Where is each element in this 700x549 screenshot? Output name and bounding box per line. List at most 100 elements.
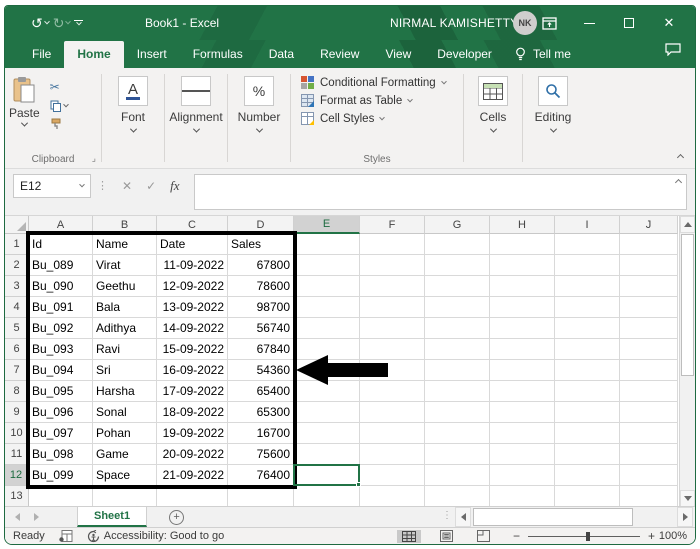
cell-E3[interactable] xyxy=(294,276,360,297)
cell-C13[interactable] xyxy=(157,486,228,506)
cell-G5[interactable] xyxy=(425,318,490,339)
splitter-dots[interactable]: ⋮ xyxy=(442,510,452,521)
clipboard-dialog-launcher[interactable]: ⌟ xyxy=(92,153,96,164)
account-name[interactable]: NIRMAL KAMISHETTY xyxy=(390,16,518,30)
cell-H7[interactable] xyxy=(490,360,555,381)
column-header-E[interactable]: E xyxy=(294,216,360,234)
cell-A13[interactable] xyxy=(29,486,93,506)
cell-D10[interactable]: 16700 xyxy=(228,423,294,444)
zoom-slider-thumb[interactable] xyxy=(586,532,590,541)
accessibility-status[interactable]: Accessibility: Good to go xyxy=(87,530,224,543)
scroll-right-button[interactable] xyxy=(677,507,693,527)
cell-E9[interactable] xyxy=(294,402,360,423)
undo-button[interactable]: ↺ xyxy=(31,15,49,32)
cell-G1[interactable] xyxy=(425,234,490,255)
cell-G8[interactable] xyxy=(425,381,490,402)
cell-D8[interactable]: 65400 xyxy=(228,381,294,402)
cell-H1[interactable] xyxy=(490,234,555,255)
row-header-11[interactable]: 11 xyxy=(5,444,29,465)
cell-D3[interactable]: 78600 xyxy=(228,276,294,297)
cell-E4[interactable] xyxy=(294,297,360,318)
cell-F1[interactable] xyxy=(360,234,425,255)
zoom-percentage[interactable]: 100% xyxy=(659,530,687,542)
cell-F10[interactable] xyxy=(360,423,425,444)
row-header-9[interactable]: 9 xyxy=(5,402,29,423)
cell-I2[interactable] xyxy=(555,255,620,276)
row-header-7[interactable]: 7 xyxy=(5,360,29,381)
cell-H9[interactable] xyxy=(490,402,555,423)
cell-A5[interactable]: Bu_092 xyxy=(29,318,93,339)
close-button[interactable]: ✕ xyxy=(649,6,689,40)
column-header-G[interactable]: G xyxy=(425,216,490,234)
cell-D13[interactable] xyxy=(228,486,294,506)
cell-H13[interactable] xyxy=(490,486,555,506)
cell-I9[interactable] xyxy=(555,402,620,423)
row-header-10[interactable]: 10 xyxy=(5,423,29,444)
cell-J1[interactable] xyxy=(620,234,678,255)
ribbon-display-options-button[interactable] xyxy=(529,6,569,40)
page-break-preview-button[interactable] xyxy=(472,529,495,543)
cell-H8[interactable] xyxy=(490,381,555,402)
scroll-left-button[interactable] xyxy=(455,507,471,527)
cell-D5[interactable]: 56740 xyxy=(228,318,294,339)
cell-G10[interactable] xyxy=(425,423,490,444)
column-header-C[interactable]: C xyxy=(157,216,228,234)
cell-A2[interactable]: Bu_089 xyxy=(29,255,93,276)
cell-A10[interactable]: Bu_097 xyxy=(29,423,93,444)
cell-B4[interactable]: Bala xyxy=(93,297,157,318)
cell-E10[interactable] xyxy=(294,423,360,444)
cell-C7[interactable]: 16-09-2022 xyxy=(157,360,228,381)
row-header-6[interactable]: 6 xyxy=(5,339,29,360)
cell-B2[interactable]: Virat xyxy=(93,255,157,276)
tab-view[interactable]: View xyxy=(372,41,424,68)
format-painter-button[interactable] xyxy=(50,118,68,133)
format-as-table-button[interactable]: Format as Table xyxy=(301,94,463,107)
confirm-entry-button[interactable]: ✓ xyxy=(146,179,156,193)
cell-C12[interactable]: 21-09-2022 xyxy=(157,465,228,486)
cell-F11[interactable] xyxy=(360,444,425,465)
cell-F2[interactable] xyxy=(360,255,425,276)
formula-input[interactable] xyxy=(194,174,687,210)
cell-G13[interactable] xyxy=(425,486,490,506)
cell-H11[interactable] xyxy=(490,444,555,465)
cell-I3[interactable] xyxy=(555,276,620,297)
cell-H4[interactable] xyxy=(490,297,555,318)
cell-G12[interactable] xyxy=(425,465,490,486)
cell-J9[interactable] xyxy=(620,402,678,423)
tab-home[interactable]: Home xyxy=(64,41,123,68)
zoom-slider[interactable] xyxy=(528,536,640,537)
zoom-in-button[interactable]: + xyxy=(648,529,655,543)
cell-E5[interactable] xyxy=(294,318,360,339)
new-sheet-button[interactable]: + xyxy=(169,510,184,525)
insert-function-button[interactable]: fx xyxy=(170,178,179,194)
scroll-up-button[interactable] xyxy=(680,216,695,233)
cell-F13[interactable] xyxy=(360,486,425,506)
row-header-13[interactable]: 13 xyxy=(5,486,29,506)
cell-D11[interactable]: 75600 xyxy=(228,444,294,465)
cell-A11[interactable]: Bu_098 xyxy=(29,444,93,465)
cell-I7[interactable] xyxy=(555,360,620,381)
tell-me-box[interactable]: Tell me xyxy=(505,41,581,68)
cell-I13[interactable] xyxy=(555,486,620,506)
copy-button[interactable] xyxy=(50,100,68,112)
cell-E2[interactable] xyxy=(294,255,360,276)
cell-A6[interactable]: Bu_093 xyxy=(29,339,93,360)
cell-C3[interactable]: 12-09-2022 xyxy=(157,276,228,297)
cell-C1[interactable]: Date xyxy=(157,234,228,255)
cell-I4[interactable] xyxy=(555,297,620,318)
cell-C6[interactable]: 15-09-2022 xyxy=(157,339,228,360)
cell-C10[interactable]: 19-09-2022 xyxy=(157,423,228,444)
tab-formulas[interactable]: Formulas xyxy=(180,41,256,68)
sheet-tab-sheet1[interactable]: Sheet1 xyxy=(77,507,147,527)
column-header-D[interactable]: D xyxy=(228,216,294,234)
cell-B7[interactable]: Sri xyxy=(93,360,157,381)
cell-G3[interactable] xyxy=(425,276,490,297)
cell-styles-button[interactable]: Cell Styles xyxy=(301,112,463,125)
row-header-4[interactable]: 4 xyxy=(5,297,29,318)
comments-button[interactable] xyxy=(665,43,681,61)
cell-G7[interactable] xyxy=(425,360,490,381)
tab-review[interactable]: Review xyxy=(307,41,372,68)
cell-B5[interactable]: Adithya xyxy=(93,318,157,339)
cell-F9[interactable] xyxy=(360,402,425,423)
name-box[interactable]: E12 xyxy=(13,174,91,198)
